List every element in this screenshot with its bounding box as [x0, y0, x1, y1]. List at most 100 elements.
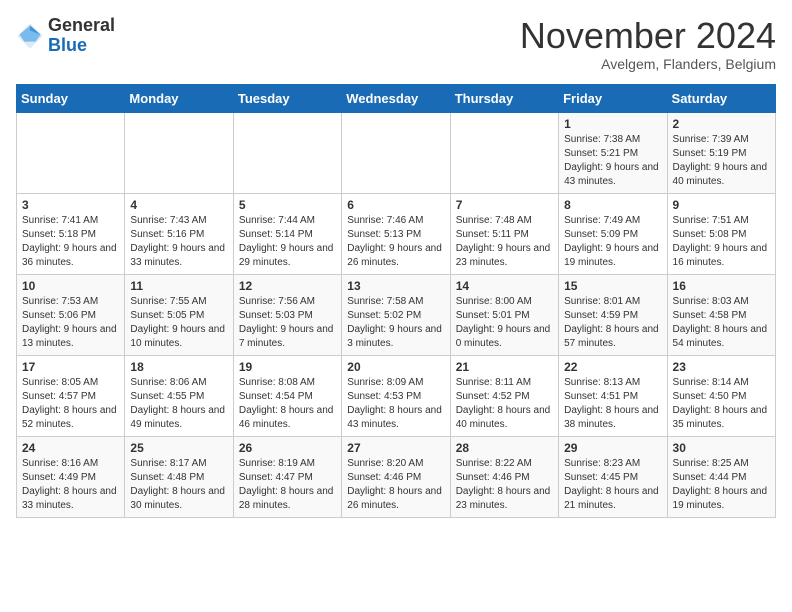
calendar-cell: 30 Sunrise: 8:25 AM Sunset: 4:44 PM Dayli…: [667, 436, 775, 517]
day-info: Sunrise: 7:58 AM Sunset: 5:02 PM Dayligh…: [347, 295, 444, 351]
day-number: 7: [456, 198, 553, 212]
calendar-cell: 29 Sunrise: 8:23 AM Sunset: 4:45 PM Dayli…: [559, 436, 667, 517]
day-number: 16: [673, 279, 770, 293]
calendar-cell: 11 Sunrise: 7:55 AM Sunset: 5:05 PM Dayli…: [125, 274, 233, 355]
day-number: 8: [564, 198, 661, 212]
day-number: 25: [130, 441, 227, 455]
day-number: 20: [347, 360, 444, 374]
calendar-cell: 24Sunrise: 8:16 AM Sunset: 4:49 PM Dayli…: [17, 436, 125, 517]
calendar-cell: 10 Sunrise: 7:53 AM Sunset: 5:06 PM Dayli…: [17, 274, 125, 355]
day-number: 14: [456, 279, 553, 293]
day-info: Sunrise: 7:48 AM Sunset: 5:11 PM Dayligh…: [456, 214, 553, 270]
day-number: 15: [564, 279, 661, 293]
day-number: 9: [673, 198, 770, 212]
day-of-week-saturday: Saturday: [667, 84, 775, 112]
day-number: 5: [239, 198, 336, 212]
day-of-week-wednesday: Wednesday: [342, 84, 450, 112]
day-info: Sunrise: 8:11 AM Sunset: 4:52 PM Dayligh…: [456, 376, 553, 432]
calendar-cell: 4Sunrise: 7:43 AM Sunset: 5:16 PM Daylig…: [125, 193, 233, 274]
calendar-cell: 14 Sunrise: 8:00 AM Sunset: 5:01 PM Dayli…: [450, 274, 558, 355]
day-info: Sunrise: 7:53 AM Sunset: 5:06 PM Dayligh…: [22, 295, 119, 351]
day-info: Sunrise: 8:13 AM Sunset: 4:51 PM Dayligh…: [564, 376, 661, 432]
calendar-cell: 16 Sunrise: 8:03 AM Sunset: 4:58 PM Dayli…: [667, 274, 775, 355]
day-number: 21: [456, 360, 553, 374]
calendar-cell: 3 Sunrise: 7:41 AM Sunset: 5:18 PM Daylig…: [17, 193, 125, 274]
day-info: Sunrise: 7:39 AM Sunset: 5:19 PM Dayligh…: [673, 133, 770, 189]
day-number: 2: [673, 117, 770, 131]
calendar-cell: [450, 112, 558, 193]
calendar-cell: 27 Sunrise: 8:20 AM Sunset: 4:46 PM Dayli…: [342, 436, 450, 517]
day-info: Sunrise: 7:49 AM Sunset: 5:09 PM Dayligh…: [564, 214, 661, 270]
day-info: Sunrise: 7:56 AM Sunset: 5:03 PM Dayligh…: [239, 295, 336, 351]
day-info: Sunrise: 7:51 AM Sunset: 5:08 PM Dayligh…: [673, 214, 770, 270]
day-info: Sunrise: 7:44 AM Sunset: 5:14 PM Dayligh…: [239, 214, 336, 270]
calendar-cell: [342, 112, 450, 193]
day-number: 17: [22, 360, 119, 374]
logo-blue: Blue: [48, 35, 87, 55]
day-number: 13: [347, 279, 444, 293]
calendar-cell: 22 Sunrise: 8:13 AM Sunset: 4:51 PM Dayli…: [559, 355, 667, 436]
day-number: 30: [673, 441, 770, 455]
day-number: 6: [347, 198, 444, 212]
day-number: 3: [22, 198, 119, 212]
day-number: 10: [22, 279, 119, 293]
day-info: Sunrise: 8:23 AM Sunset: 4:45 PM Dayligh…: [564, 457, 661, 513]
calendar-header: SundayMondayTuesdayWednesdayThursdayFrid…: [17, 84, 776, 112]
calendar-cell: 23Sunrise: 8:14 AM Sunset: 4:50 PM Dayli…: [667, 355, 775, 436]
day-number: 11: [130, 279, 227, 293]
day-number: 27: [347, 441, 444, 455]
week-row: 17 Sunrise: 8:05 AM Sunset: 4:57 PM Dayli…: [17, 355, 776, 436]
header: General Blue November 2024 Avelgem, Flan…: [16, 16, 776, 72]
calendar: SundayMondayTuesdayWednesdayThursdayFrid…: [16, 84, 776, 518]
calendar-cell: 1Sunrise: 7:38 AM Sunset: 5:21 PM Daylig…: [559, 112, 667, 193]
calendar-cell: [125, 112, 233, 193]
day-info: Sunrise: 8:09 AM Sunset: 4:53 PM Dayligh…: [347, 376, 444, 432]
logo-icon: [16, 22, 44, 50]
calendar-cell: [17, 112, 125, 193]
day-number: 18: [130, 360, 227, 374]
logo: General Blue: [16, 16, 115, 56]
week-row: 3 Sunrise: 7:41 AM Sunset: 5:18 PM Daylig…: [17, 193, 776, 274]
title-area: November 2024 Avelgem, Flanders, Belgium: [520, 16, 776, 72]
calendar-cell: 6 Sunrise: 7:46 AM Sunset: 5:13 PM Daylig…: [342, 193, 450, 274]
day-number: 26: [239, 441, 336, 455]
calendar-cell: 12Sunrise: 7:56 AM Sunset: 5:03 PM Dayli…: [233, 274, 341, 355]
day-info: Sunrise: 8:17 AM Sunset: 4:48 PM Dayligh…: [130, 457, 227, 513]
calendar-cell: 17 Sunrise: 8:05 AM Sunset: 4:57 PM Dayli…: [17, 355, 125, 436]
logo-text: General Blue: [48, 16, 115, 56]
day-info: Sunrise: 8:19 AM Sunset: 4:47 PM Dayligh…: [239, 457, 336, 513]
day-number: 28: [456, 441, 553, 455]
calendar-cell: 19Sunrise: 8:08 AM Sunset: 4:54 PM Dayli…: [233, 355, 341, 436]
day-info: Sunrise: 8:14 AM Sunset: 4:50 PM Dayligh…: [673, 376, 770, 432]
calendar-cell: 13 Sunrise: 7:58 AM Sunset: 5:02 PM Dayli…: [342, 274, 450, 355]
day-info: Sunrise: 8:05 AM Sunset: 4:57 PM Dayligh…: [22, 376, 119, 432]
day-of-week-thursday: Thursday: [450, 84, 558, 112]
day-info: Sunrise: 7:41 AM Sunset: 5:18 PM Dayligh…: [22, 214, 119, 270]
week-row: 1Sunrise: 7:38 AM Sunset: 5:21 PM Daylig…: [17, 112, 776, 193]
day-info: Sunrise: 8:20 AM Sunset: 4:46 PM Dayligh…: [347, 457, 444, 513]
day-of-week-friday: Friday: [559, 84, 667, 112]
day-of-week-tuesday: Tuesday: [233, 84, 341, 112]
day-info: Sunrise: 8:03 AM Sunset: 4:58 PM Dayligh…: [673, 295, 770, 351]
day-info: Sunrise: 7:55 AM Sunset: 5:05 PM Dayligh…: [130, 295, 227, 351]
day-info: Sunrise: 8:00 AM Sunset: 5:01 PM Dayligh…: [456, 295, 553, 351]
calendar-cell: 9 Sunrise: 7:51 AM Sunset: 5:08 PM Daylig…: [667, 193, 775, 274]
week-row: 10 Sunrise: 7:53 AM Sunset: 5:06 PM Dayli…: [17, 274, 776, 355]
day-info: Sunrise: 7:38 AM Sunset: 5:21 PM Dayligh…: [564, 133, 661, 189]
day-of-week-sunday: Sunday: [17, 84, 125, 112]
calendar-cell: 20 Sunrise: 8:09 AM Sunset: 4:53 PM Dayli…: [342, 355, 450, 436]
day-info: Sunrise: 8:25 AM Sunset: 4:44 PM Dayligh…: [673, 457, 770, 513]
calendar-cell: 15Sunrise: 8:01 AM Sunset: 4:59 PM Dayli…: [559, 274, 667, 355]
day-of-week-monday: Monday: [125, 84, 233, 112]
day-number: 22: [564, 360, 661, 374]
logo-general: General: [48, 15, 115, 35]
day-info: Sunrise: 8:22 AM Sunset: 4:46 PM Dayligh…: [456, 457, 553, 513]
calendar-cell: [233, 112, 341, 193]
days-of-week-row: SundayMondayTuesdayWednesdayThursdayFrid…: [17, 84, 776, 112]
day-number: 24: [22, 441, 119, 455]
day-info: Sunrise: 7:46 AM Sunset: 5:13 PM Dayligh…: [347, 214, 444, 270]
calendar-cell: 7 Sunrise: 7:48 AM Sunset: 5:11 PM Daylig…: [450, 193, 558, 274]
day-number: 29: [564, 441, 661, 455]
day-number: 19: [239, 360, 336, 374]
week-row: 24Sunrise: 8:16 AM Sunset: 4:49 PM Dayli…: [17, 436, 776, 517]
